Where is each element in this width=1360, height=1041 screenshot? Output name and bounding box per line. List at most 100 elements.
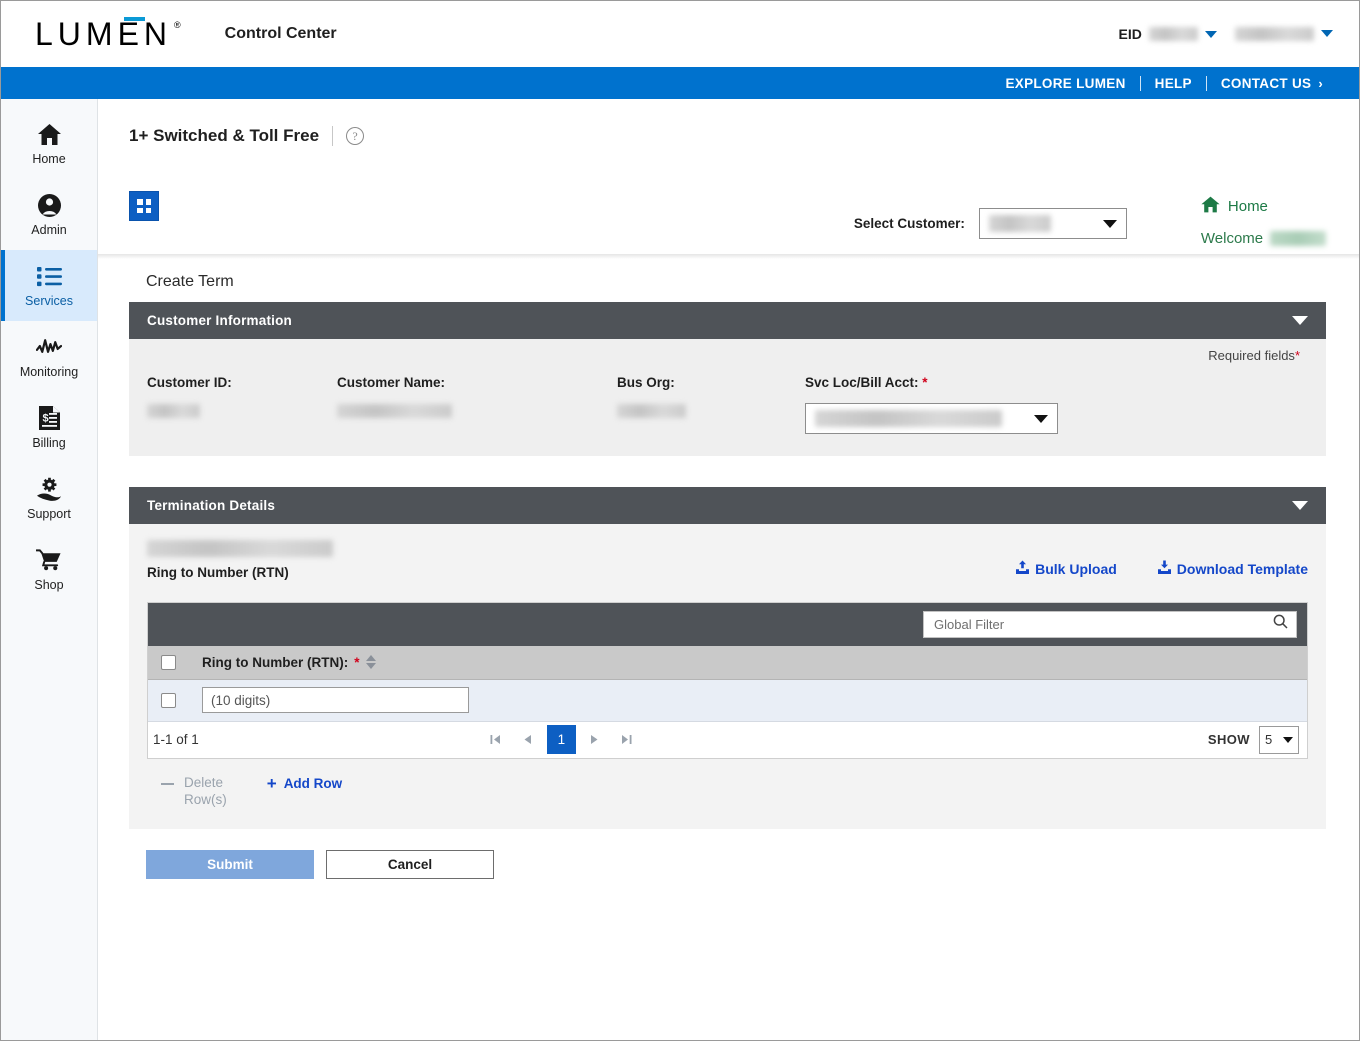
chevron-down-icon[interactable] <box>1321 30 1333 37</box>
bus-org-value: 2-WF2TW5 <box>617 404 686 418</box>
customer-select-value: 3922879 <box>989 215 1051 232</box>
home-link-label: Home <box>1228 198 1268 215</box>
chevron-down-icon <box>1283 737 1293 743</box>
table-header-row: Ring to Number (RTN): * <box>148 646 1307 680</box>
required-star: * <box>354 655 359 670</box>
column-header-label: Ring to Number (RTN): <box>202 655 348 670</box>
customer-information-header[interactable]: Customer Information <box>129 302 1326 339</box>
customer-id-value: 3922879 <box>147 404 200 418</box>
grid-pane <box>137 199 143 205</box>
grid-pane <box>146 199 152 205</box>
prev-page-button[interactable] <box>515 727 541 753</box>
add-row-label: Add Row <box>284 776 343 791</box>
app-window: LUMEN ® Control Center EID 1117623 mathu… <box>0 0 1360 1041</box>
svc-loc-field: Svc Loc/Bill Acct: * PNUX1WLN00000634196 <box>805 375 1308 434</box>
home-link[interactable]: Home <box>1201 196 1268 217</box>
form-area: Create Term Customer Information Require… <box>98 259 1359 879</box>
bulk-upload-link[interactable]: Bulk Upload <box>1015 560 1117 578</box>
cancel-button[interactable]: Cancel <box>326 850 494 879</box>
lumen-logo[interactable]: LUMEN ® <box>35 18 181 50</box>
download-template-link[interactable]: Download Template <box>1157 560 1308 578</box>
last-page-button[interactable] <box>614 727 640 753</box>
chevron-down-icon <box>1034 415 1048 423</box>
sidebar-item-services[interactable]: Services <box>1 250 97 321</box>
grid-view-button[interactable] <box>129 191 159 221</box>
eid-value: 1117623 <box>1149 27 1198 41</box>
row-checkbox[interactable] <box>161 693 176 708</box>
sidebar-item-monitoring[interactable]: Monitoring <box>1 321 97 392</box>
add-row-button[interactable]: + Add Row <box>267 775 342 792</box>
pagination-controls: 1 <box>483 725 640 754</box>
grid-pane <box>137 208 143 214</box>
show-label: SHOW <box>1208 732 1250 747</box>
sidebar-item-label: Services <box>25 294 73 308</box>
delete-rows-button[interactable]: Delete Row(s) <box>161 775 227 809</box>
svc-loc-label-text: Svc Loc/Bill Acct: <box>805 375 919 390</box>
sidebar-item-label: Home <box>32 152 65 166</box>
customer-select-strip: Select Customer: 3922879 Home Welcom <box>98 181 1359 259</box>
body: Home Admin <box>1 99 1359 1040</box>
delete-rows-label: Delete Row(s) <box>184 775 227 809</box>
bus-org-label: Bus Org: <box>617 375 805 390</box>
chevron-down-icon[interactable] <box>1205 31 1217 38</box>
welcome-label: Welcome <box>1201 230 1263 247</box>
column-header-rtn[interactable]: Ring to Number (RTN): * <box>202 655 376 670</box>
global-filter[interactable] <box>923 611 1297 638</box>
panel-title: Customer Information <box>147 313 292 328</box>
header-account-area: EID 1117623 mathusiatekki <box>1118 26 1343 42</box>
explore-lumen-link[interactable]: EXPLORE LUMEN <box>991 76 1139 91</box>
rtn-input[interactable] <box>202 687 469 713</box>
customer-id-field: Customer ID: 3922879 <box>147 375 337 434</box>
user-circle-icon <box>36 192 62 218</box>
page-title: 1+ Switched & Toll Free <box>129 126 319 146</box>
first-page-button[interactable] <box>483 727 509 753</box>
page-number-1[interactable]: 1 <box>547 725 576 754</box>
page-title-row: 1+ Switched & Toll Free ? <box>98 99 1359 146</box>
search-icon[interactable] <box>1273 614 1288 634</box>
sidebar-item-home[interactable]: Home <box>1 108 97 179</box>
svc-loc-select[interactable]: PNUX1WLN00000634196 <box>805 403 1058 434</box>
sidebar-item-support[interactable]: Support <box>1 463 97 534</box>
termination-id: 8000002301NL-PSGS156 <box>147 540 333 557</box>
sort-arrows-icon[interactable] <box>366 655 376 669</box>
sidebar-item-shop[interactable]: Shop <box>1 534 97 605</box>
app-title: Control Center <box>225 25 337 43</box>
next-page-button[interactable] <box>582 727 608 753</box>
minus-icon <box>161 783 174 785</box>
sidebar-item-billing[interactable]: $ Billing <box>1 392 97 463</box>
page-size-select[interactable]: 5 <box>1259 726 1299 754</box>
select-all-checkbox[interactable] <box>161 655 176 670</box>
termination-details-panel: Termination Details 8000002301NL-PSGS156… <box>129 487 1326 829</box>
global-filter-input[interactable] <box>932 616 1273 633</box>
contact-us-link[interactable]: CONTACT US› <box>1207 76 1337 91</box>
chevron-down-icon[interactable] <box>1292 501 1308 510</box>
submit-button[interactable]: Submit <box>146 850 314 879</box>
sidebar-item-admin[interactable]: Admin <box>1 179 97 250</box>
customer-select[interactable]: 3922879 <box>979 208 1127 239</box>
utility-nav: EXPLORE LUMEN HELP CONTACT US› <box>1 67 1359 99</box>
bulk-upload-label: Bulk Upload <box>1035 561 1117 577</box>
required-fields-note: Required fields* <box>147 339 1308 363</box>
termination-details-header[interactable]: Termination Details <box>129 487 1326 524</box>
sidebar-item-label: Shop <box>34 578 63 592</box>
sort-desc-icon <box>366 663 376 669</box>
home-icon <box>36 121 62 147</box>
help-icon[interactable]: ? <box>346 127 364 145</box>
user-menu[interactable]: mathusiatekki <box>1235 27 1333 41</box>
create-term-heading: Create Term <box>129 259 1326 302</box>
eid-selector[interactable]: EID 1117623 <box>1118 26 1216 42</box>
panel-gap <box>129 456 1326 487</box>
home-welcome-group: Home Welcome musalek <box>1201 196 1326 247</box>
page-size-group: SHOW 5 <box>1208 726 1299 754</box>
chevron-right-icon: › <box>1318 76 1323 91</box>
customer-id-label: Customer ID: <box>147 375 337 390</box>
help-link[interactable]: HELP <box>1141 76 1206 91</box>
top-header: LUMEN ® Control Center EID 1117623 mathu… <box>1 1 1359 67</box>
chevron-down-icon[interactable] <box>1292 316 1308 325</box>
sidebar-nav: Home Admin <box>1 99 98 1040</box>
row-action-bar: Delete Row(s) + Add Row <box>147 759 1308 809</box>
rtn-labels: 8000002301NL-PSGS156 Ring to Number (RTN… <box>147 540 333 580</box>
invoice-icon: $ <box>36 405 62 431</box>
pulse-icon <box>36 334 62 360</box>
rtn-table: Ring to Number (RTN): * 1-1 of 1 <box>147 602 1308 759</box>
